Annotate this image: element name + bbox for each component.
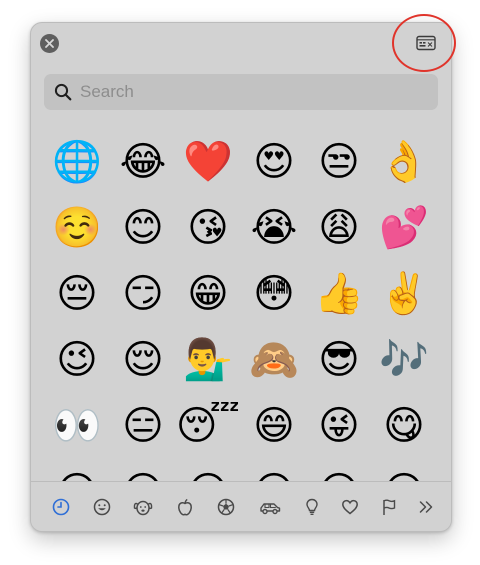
smiley-icon (92, 497, 112, 517)
flag-icon (379, 497, 399, 517)
emoji-cell[interactable]: 😏 (115, 266, 171, 322)
emoji-cell[interactable]: 👀 (49, 398, 105, 454)
emoji-cell[interactable]: 😔 (49, 266, 105, 322)
tab-flags[interactable] (376, 494, 402, 520)
tab-food-drink[interactable] (172, 494, 198, 520)
emoji-cell[interactable]: 😊 (115, 200, 171, 256)
emoji-cell[interactable]: 👍 (311, 266, 367, 322)
emoji-cell[interactable]: 😴 (176, 398, 240, 454)
lightbulb-icon (302, 497, 322, 517)
emoji-cell[interactable]: 😋 (376, 398, 432, 454)
search-icon (53, 82, 73, 102)
tab-animals-nature[interactable] (130, 494, 156, 520)
emoji-cell[interactable]: 🌐 (49, 134, 105, 190)
emoji-cell[interactable]: 😎 (311, 332, 367, 388)
tab-symbols[interactable] (337, 494, 363, 520)
emoji-cell[interactable]: 😀 (246, 464, 302, 481)
emoji-cell[interactable]: 😍 (246, 134, 302, 190)
soccer-ball-icon (216, 497, 236, 517)
close-icon (45, 39, 54, 48)
dog-icon (132, 497, 154, 517)
emoji-cell[interactable]: 👌 (376, 134, 432, 190)
chevrons-right-icon (416, 497, 436, 517)
tab-more[interactable] (413, 494, 439, 520)
emoji-cell[interactable]: 🙈 (246, 332, 302, 388)
tab-objects[interactable] (299, 494, 325, 520)
emoji-cell[interactable]: 😳 (246, 266, 302, 322)
car-icon (258, 497, 282, 517)
character-viewer-icon (416, 35, 436, 51)
tab-frequently-used[interactable] (48, 494, 74, 520)
category-tab-bar (31, 481, 451, 531)
apple-icon (175, 497, 195, 517)
emoji-cell[interactable]: 😁 (180, 266, 236, 322)
close-button[interactable] (40, 34, 59, 53)
emoji-cell[interactable]: 😀 (49, 464, 105, 481)
emoji-cell[interactable]: 😀 (180, 464, 236, 481)
emoji-cell[interactable]: 😒 (311, 134, 367, 190)
clock-icon (51, 497, 71, 517)
emoji-cell[interactable]: 💁‍♂️ (180, 332, 236, 388)
emoji-cell[interactable]: 🎶 (376, 332, 432, 388)
emoji-cell[interactable]: ☺️ (49, 200, 105, 256)
emoji-cell[interactable]: 💕 (376, 200, 432, 256)
tab-activity[interactable] (213, 494, 239, 520)
emoji-picker-panel: 🌐😂❤️😍😒👌 ☺️😊😘😭😩💕 😔😏😁😳👍✌️ 😉😌💁‍♂️🙈😎🎶 👀😑😴😄😜😋 😀 😀 😀 😀… (30, 22, 452, 532)
emoji-cell[interactable]: ❤️ (180, 134, 236, 190)
emoji-cell[interactable]: 😭 (246, 200, 302, 256)
tab-travel-places[interactable] (257, 494, 283, 520)
emoji-cell[interactable]: 😀 (376, 464, 432, 481)
emoji-cell[interactable]: 😩 (311, 200, 367, 256)
character-viewer-button[interactable] (414, 33, 438, 53)
emoji-cell[interactable]: 😀 (115, 464, 171, 481)
emoji-cell[interactable]: 😜 (311, 398, 367, 454)
search-field[interactable] (44, 74, 438, 110)
emoji-cell[interactable]: ✌️ (376, 266, 432, 322)
heart-icon (340, 497, 360, 517)
tab-smileys-people[interactable] (89, 494, 115, 520)
emoji-cell[interactable]: 😘 (180, 200, 236, 256)
emoji-grid: 🌐😂❤️😍😒👌 ☺️😊😘😭😩💕 😔😏😁😳👍✌️ 😉😌💁‍♂️🙈😎🎶 👀😑😴😄😜😋 😀 😀 😀 😀… (44, 131, 438, 481)
emoji-cell[interactable]: 😀 (311, 464, 367, 481)
emoji-cell[interactable]: 😄 (246, 398, 302, 454)
emoji-cell[interactable]: 😑 (115, 398, 171, 454)
search-input[interactable] (80, 82, 410, 102)
emoji-cell[interactable]: 😉 (49, 332, 105, 388)
emoji-cell[interactable]: 😂 (115, 134, 171, 190)
emoji-cell[interactable]: 😌 (115, 332, 171, 388)
